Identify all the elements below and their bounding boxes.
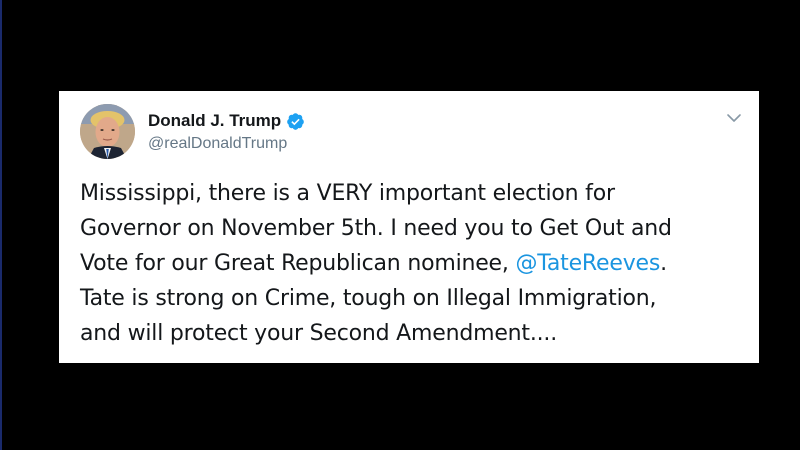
tweet-text-line-3: Vote for our Great Republican nominee, xyxy=(80,251,516,276)
tweet-text-line-1: Mississippi, there is a VERY important e… xyxy=(80,181,615,206)
tweet-text-line-3-end: . xyxy=(660,251,667,276)
tweet-text-line-5: and will protect your Second Amendment..… xyxy=(80,321,558,346)
tweet-text-line-4: Tate is strong on Crime, tough on Illega… xyxy=(80,286,657,311)
avatar[interactable] xyxy=(80,104,135,159)
chevron-down-icon[interactable] xyxy=(725,111,743,125)
verified-badge-icon xyxy=(287,112,304,130)
screen: Donald J. Trump @realDonaldTrump Mississ… xyxy=(0,0,800,450)
avatar-portrait-icon xyxy=(80,104,135,159)
tweet-card: Donald J. Trump @realDonaldTrump Mississ… xyxy=(59,91,759,363)
author-name-row[interactable]: Donald J. Trump xyxy=(148,110,305,132)
author-handle[interactable]: @realDonaldTrump xyxy=(148,134,287,154)
author-name[interactable]: Donald J. Trump xyxy=(148,110,281,132)
tweet-text-line-2: Governor on November 5th. I need you to … xyxy=(80,216,672,241)
left-edge-border xyxy=(0,0,2,450)
mention-link[interactable]: @TateReeves xyxy=(515,251,660,276)
tweet-text: Mississippi, there is a VERY important e… xyxy=(80,176,745,351)
